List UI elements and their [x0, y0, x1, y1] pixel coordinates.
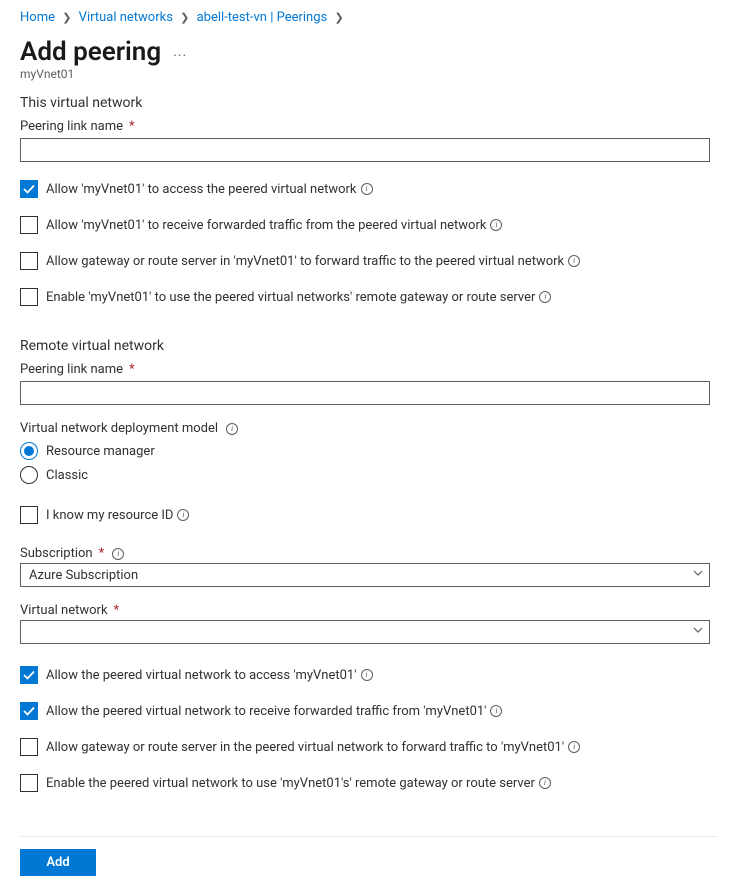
- select-subscription[interactable]: Azure Subscription: [20, 563, 710, 587]
- label-deployment-model: Virtual network deployment model i: [20, 421, 718, 436]
- chevron-right-icon: ❯: [335, 11, 344, 24]
- info-icon[interactable]: i: [177, 509, 189, 521]
- page-subtitle: myVnet01: [20, 67, 718, 81]
- label-this-use-remote-gateway: Enable 'myVnet01' to use the peered virt…: [46, 290, 551, 305]
- info-icon[interactable]: i: [539, 777, 551, 789]
- required-indicator: *: [129, 362, 135, 377]
- info-icon[interactable]: i: [490, 705, 502, 717]
- label-text: Virtual network: [20, 603, 108, 618]
- label-subscription: Subscription * i: [20, 546, 718, 561]
- chevron-right-icon: ❯: [180, 11, 189, 24]
- add-button[interactable]: Add: [20, 849, 96, 876]
- info-icon[interactable]: i: [361, 183, 373, 195]
- info-icon[interactable]: i: [568, 741, 580, 753]
- footer: Add: [20, 836, 718, 890]
- required-indicator: *: [99, 546, 105, 561]
- label-this-allow-access: Allow 'myVnet01' to access the peered vi…: [46, 182, 373, 197]
- label-text: Subscription: [20, 546, 93, 561]
- input-this-peering-link-name[interactable]: [20, 138, 710, 162]
- checkbox-remote-allow-forwarded[interactable]: [20, 702, 38, 720]
- section-remote-vnet: Remote virtual network: [20, 338, 718, 354]
- page-title: Add peering: [20, 37, 161, 67]
- label-remote-peering-link-name: Peering link name *: [20, 362, 718, 377]
- label-text: Enable 'myVnet01' to use the peered virt…: [46, 290, 535, 305]
- radio-classic[interactable]: [20, 466, 38, 484]
- label-virtual-network: Virtual network *: [20, 603, 718, 618]
- label-text: Allow 'myVnet01' to receive forwarded tr…: [46, 218, 486, 233]
- breadcrumb: Home ❯ Virtual networks ❯ abell-test-vn …: [20, 10, 718, 25]
- info-icon[interactable]: i: [568, 255, 580, 267]
- select-subscription-value: Azure Subscription: [29, 568, 138, 583]
- checkbox-know-resource-id[interactable]: [20, 506, 38, 524]
- label-text: Allow 'myVnet01' to access the peered vi…: [46, 182, 357, 197]
- breadcrumb-home[interactable]: Home: [20, 10, 55, 25]
- label-text: Allow gateway or route server in the pee…: [46, 740, 564, 755]
- breadcrumb-vnet-peerings[interactable]: abell-test-vn | Peerings: [197, 10, 328, 25]
- label-remote-allow-gateway-forward: Allow gateway or route server in the pee…: [46, 740, 580, 755]
- info-icon[interactable]: i: [539, 291, 551, 303]
- label-classic: Classic: [46, 468, 88, 483]
- checkbox-this-allow-forwarded[interactable]: [20, 216, 38, 234]
- label-this-allow-gateway-forward: Allow gateway or route server in 'myVnet…: [46, 254, 580, 269]
- section-this-vnet: This virtual network: [20, 95, 718, 111]
- breadcrumb-virtual-networks[interactable]: Virtual networks: [79, 10, 173, 25]
- checkbox-this-use-remote-gateway[interactable]: [20, 288, 38, 306]
- info-icon[interactable]: i: [490, 219, 502, 231]
- required-indicator: *: [129, 119, 135, 134]
- label-text: Allow gateway or route server in 'myVnet…: [46, 254, 564, 269]
- radio-resource-manager[interactable]: [20, 442, 38, 460]
- required-indicator: *: [114, 603, 120, 618]
- label-text: Enable the peered virtual network to use…: [46, 776, 535, 791]
- label-text: Allow the peered virtual network to acce…: [46, 668, 357, 683]
- label-text: I know my resource ID: [46, 508, 173, 523]
- info-icon[interactable]: i: [361, 669, 373, 681]
- label-this-allow-forwarded: Allow 'myVnet01' to receive forwarded tr…: [46, 218, 502, 233]
- checkbox-remote-use-remote-gateway[interactable]: [20, 774, 38, 792]
- label-text: Virtual network deployment model: [20, 421, 218, 436]
- checkbox-this-allow-access[interactable]: [20, 180, 38, 198]
- select-virtual-network[interactable]: [20, 620, 710, 644]
- label-text: Peering link name: [20, 362, 123, 377]
- input-remote-peering-link-name[interactable]: [20, 381, 710, 405]
- label-remote-allow-forwarded: Allow the peered virtual network to rece…: [46, 704, 502, 719]
- chevron-right-icon: ❯: [62, 11, 71, 24]
- label-text: Allow the peered virtual network to rece…: [46, 704, 486, 719]
- label-know-resource-id: I know my resource ID i: [46, 508, 189, 523]
- label-remote-allow-access: Allow the peered virtual network to acce…: [46, 668, 373, 683]
- checkbox-remote-allow-access[interactable]: [20, 666, 38, 684]
- label-resource-manager: Resource manager: [46, 444, 155, 459]
- checkbox-this-allow-gateway-forward[interactable]: [20, 252, 38, 270]
- info-icon[interactable]: i: [226, 423, 238, 435]
- info-icon[interactable]: i: [112, 548, 124, 560]
- label-text: Peering link name: [20, 119, 123, 134]
- label-this-peering-link-name: Peering link name *: [20, 119, 718, 134]
- label-remote-use-remote-gateway: Enable the peered virtual network to use…: [46, 776, 551, 791]
- checkbox-remote-allow-gateway-forward[interactable]: [20, 738, 38, 756]
- more-icon[interactable]: ···: [173, 38, 187, 64]
